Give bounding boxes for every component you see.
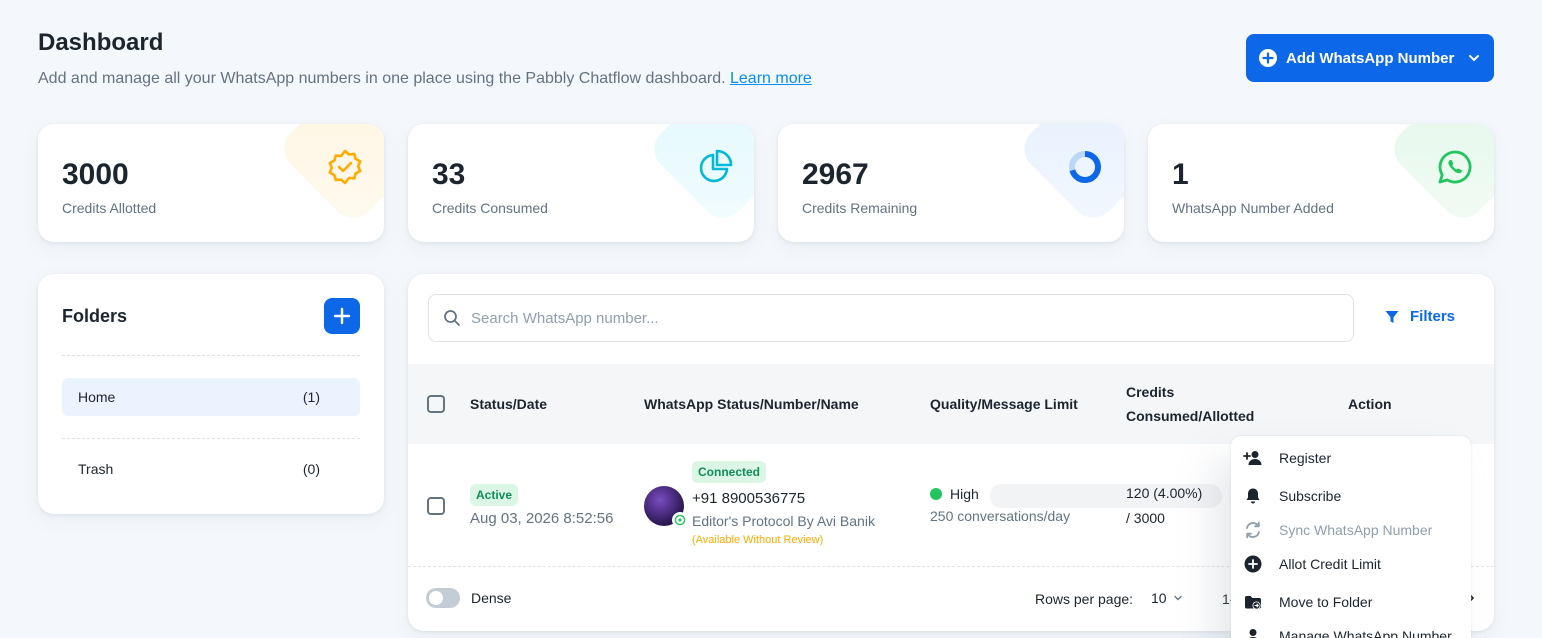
col-credits-line1: Credits	[1126, 384, 1175, 400]
plus-circle-icon	[1259, 49, 1277, 67]
col-whatsapp-status: WhatsApp Status/Number/Name	[644, 396, 859, 412]
rows-per-page-label: Rows per page:	[1035, 591, 1134, 607]
row-quality: High	[950, 486, 979, 502]
stat-card-credits-consumed: 33 Credits Consumed	[408, 124, 754, 242]
folder-item-trash[interactable]: Trash (0)	[62, 450, 360, 488]
menu-item-allot-credit[interactable]: Allot Credit Limit	[1231, 547, 1471, 581]
filter-icon	[1385, 310, 1399, 323]
dense-toggle[interactable]	[426, 588, 460, 608]
filters-button[interactable]: Filters	[1384, 308, 1455, 325]
search-box	[428, 294, 1354, 342]
col-quality: Quality/Message Limit	[930, 396, 1078, 412]
whatsapp-icon	[1438, 150, 1472, 184]
row-number: +91 8900536775	[692, 490, 806, 507]
rows-per-page-select[interactable]: 10	[1151, 590, 1183, 606]
chevron-down-icon	[1469, 55, 1479, 62]
donut-chart-icon	[1069, 151, 1101, 183]
row-limit: 250 conversations/day	[930, 508, 1071, 524]
avatar	[644, 486, 688, 528]
filters-label: Filters	[1410, 308, 1456, 325]
col-credits-line2: Consumed/Allotted	[1126, 408, 1255, 424]
stat-value: 1	[1172, 158, 1189, 191]
add-whatsapp-number-button[interactable]: Add WhatsApp Number	[1246, 34, 1494, 82]
row-checkbox[interactable]	[427, 497, 445, 515]
connected-badge: Connected	[692, 461, 767, 483]
folder-name: Trash	[78, 461, 114, 477]
table-header: Status/Date WhatsApp Status/Number/Name …	[408, 364, 1494, 444]
folder-count: (0)	[302, 461, 320, 477]
person-icon	[1249, 629, 1257, 638]
pie-chart-icon	[699, 149, 733, 183]
stat-card-credits-allotted: 3000 Credits Allotted	[38, 124, 384, 242]
stat-value: 3000	[62, 158, 129, 191]
stat-label: WhatsApp Number Added	[1172, 200, 1334, 216]
folder-count: (1)	[302, 389, 320, 405]
divider	[62, 355, 360, 356]
page-subtitle: Add and manage all your WhatsApp numbers…	[38, 70, 812, 88]
row-name: Editor's Protocol By Avi Banik	[692, 513, 875, 529]
menu-item-sync: Sync WhatsApp Number	[1231, 513, 1471, 547]
chevron-down-icon	[1173, 595, 1182, 601]
menu-item-manage-number[interactable]: Manage WhatsApp Number	[1231, 619, 1471, 638]
row-date: Aug 03, 2026 8:52:56	[470, 510, 614, 527]
stat-value: 33	[432, 158, 466, 191]
col-status-date: Status/Date	[470, 396, 548, 412]
menu-item-subscribe[interactable]: Subscribe	[1231, 479, 1471, 513]
col-action: Action	[1348, 396, 1392, 412]
row-credits-consumed: 120 (4.00%)	[1126, 485, 1203, 501]
folder-name: Home	[78, 389, 116, 405]
dense-label: Dense	[471, 590, 512, 606]
badge-check-icon	[328, 149, 362, 185]
whatsapp-badge-icon	[672, 512, 688, 528]
menu-label: Register	[1279, 450, 1332, 466]
quality-indicator-dot	[930, 488, 942, 500]
search-input[interactable]	[471, 309, 1331, 327]
stat-card-whatsapp-added: 1 WhatsApp Number Added	[1148, 124, 1494, 242]
person-add-icon	[1243, 451, 1262, 465]
sync-icon	[1246, 521, 1260, 539]
stat-value: 2967	[802, 158, 869, 191]
page-title: Dashboard	[38, 29, 164, 56]
menu-item-move-folder[interactable]: Move to Folder	[1231, 585, 1471, 619]
learn-more-link[interactable]: Learn more	[730, 70, 812, 87]
folder-move-icon	[1245, 596, 1261, 610]
stat-label: Credits Consumed	[432, 200, 548, 216]
rows-per-page-value: 10	[1151, 590, 1167, 606]
stat-label: Credits Remaining	[802, 200, 918, 216]
status-badge: Active	[470, 484, 519, 506]
add-button-label: Add WhatsApp Number	[1286, 49, 1455, 67]
plus-icon	[333, 307, 351, 325]
select-all-checkbox[interactable]	[427, 395, 445, 413]
folders-title: Folders	[62, 306, 128, 326]
row-review-note: (Available Without Review)	[692, 534, 824, 546]
folder-item-home[interactable]: Home (1)	[62, 378, 360, 416]
stat-label: Credits Allotted	[62, 200, 157, 216]
stat-card-credits-remaining: 2967 Credits Remaining	[778, 124, 1124, 242]
divider	[62, 438, 360, 439]
action-menu: Register Subscribe Sync WhatsApp Number …	[1231, 436, 1471, 638]
menu-label: Manage WhatsApp Number	[1279, 628, 1452, 638]
menu-label: Move to Folder	[1279, 594, 1373, 610]
plus-circle-icon	[1244, 555, 1262, 573]
menu-label: Allot Credit Limit	[1279, 556, 1381, 572]
add-folder-button[interactable]	[324, 298, 360, 334]
menu-label: Subscribe	[1279, 488, 1342, 504]
menu-label: Sync WhatsApp Number	[1279, 522, 1433, 538]
subtitle-text: Add and manage all your WhatsApp numbers…	[38, 70, 726, 87]
menu-item-register[interactable]: Register	[1231, 441, 1471, 475]
bell-icon	[1246, 488, 1260, 504]
row-credits-allotted: / 3000	[1126, 510, 1165, 526]
folders-panel: Folders Home (1) Trash (0)	[38, 274, 384, 514]
search-icon	[444, 310, 460, 326]
